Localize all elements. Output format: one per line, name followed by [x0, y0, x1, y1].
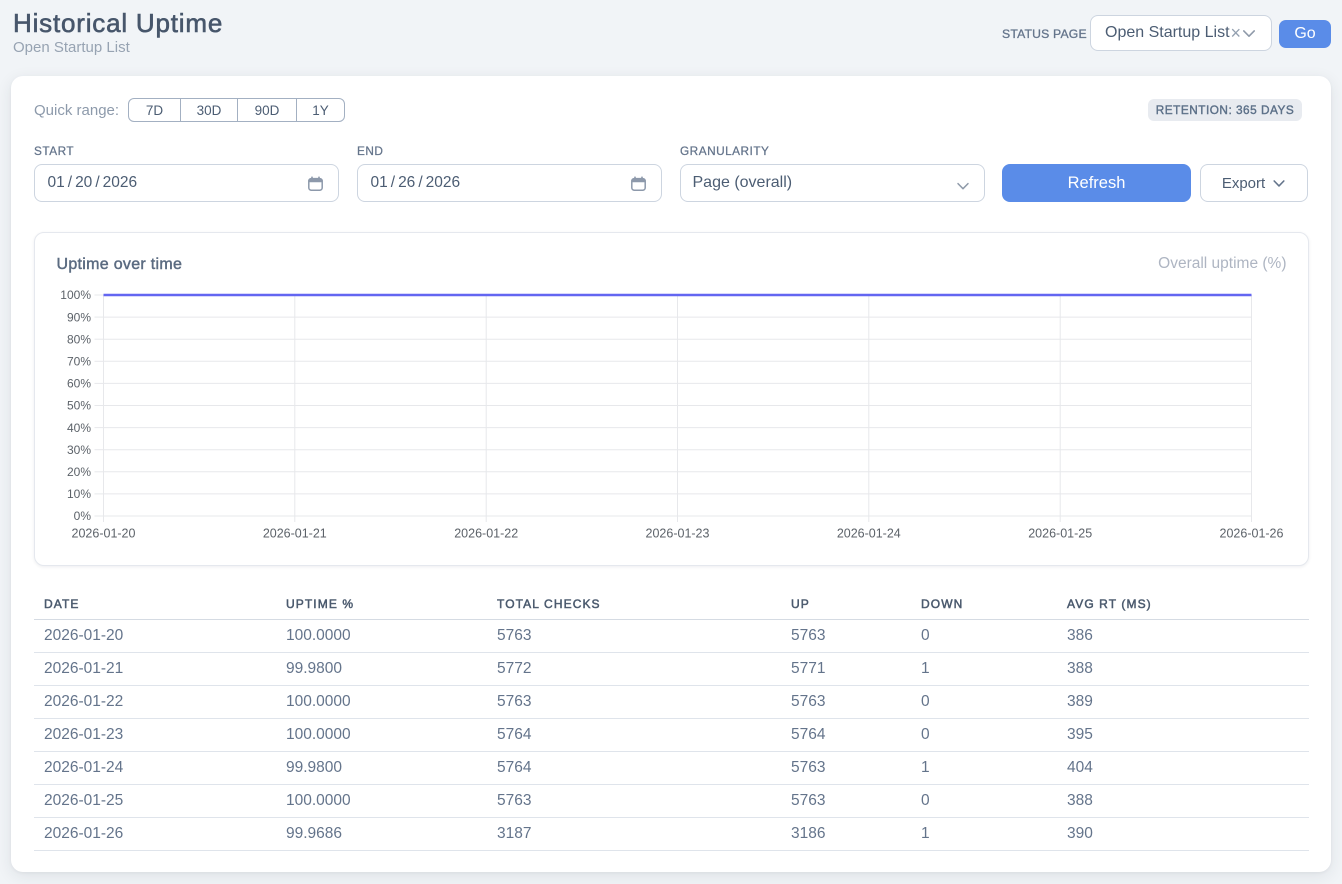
svg-text:20%: 20%: [66, 465, 90, 479]
svg-text:2026-01-26: 2026-01-26: [1219, 526, 1283, 540]
svg-text:2026-01-25: 2026-01-25: [1028, 526, 1092, 540]
svg-text:70%: 70%: [66, 354, 90, 368]
svg-text:2026-01-21: 2026-01-21: [262, 526, 326, 540]
svg-text:10%: 10%: [66, 487, 90, 501]
svg-text:30%: 30%: [66, 442, 90, 456]
svg-text:90%: 90%: [66, 310, 90, 324]
svg-text:40%: 40%: [66, 420, 90, 434]
svg-text:50%: 50%: [66, 398, 90, 412]
svg-text:2026-01-22: 2026-01-22: [454, 526, 518, 540]
svg-text:80%: 80%: [66, 332, 90, 346]
svg-text:2026-01-24: 2026-01-24: [836, 526, 900, 540]
svg-text:2026-01-20: 2026-01-20: [71, 526, 135, 540]
svg-text:0%: 0%: [73, 509, 91, 523]
svg-text:60%: 60%: [66, 376, 90, 390]
svg-text:2026-01-23: 2026-01-23: [645, 526, 709, 540]
svg-text:100%: 100%: [60, 288, 91, 302]
